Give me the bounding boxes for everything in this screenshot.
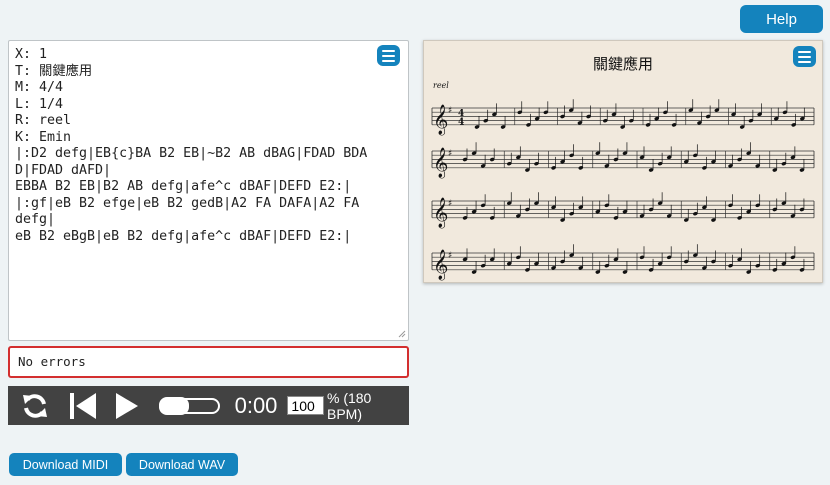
tempo-input[interactable]: 100 xyxy=(287,396,324,415)
notation-staves: 𝄞 ♯ 44𝄞 ♯𝄞 ♯𝄞 ♯ xyxy=(431,99,815,281)
editor-menu-icon[interactable] xyxy=(377,45,400,66)
score-rhythm: reel xyxy=(433,81,449,90)
help-button[interactable]: Help xyxy=(740,5,823,33)
error-status: No errors xyxy=(8,346,409,378)
download-wav-button[interactable]: Download WAV xyxy=(126,453,238,476)
abc-editor[interactable]: X: 1 T: 關鍵應用 M: 4/4 L: 1/4 R: reel K: Em… xyxy=(8,40,409,341)
svg-text:♯: ♯ xyxy=(448,149,452,159)
svg-text:𝄞: 𝄞 xyxy=(433,197,448,229)
svg-text:♯: ♯ xyxy=(448,251,452,261)
restart-icon[interactable] xyxy=(68,391,100,421)
svg-text:4: 4 xyxy=(458,118,464,128)
score-menu-icon[interactable] xyxy=(793,46,816,67)
loop-icon[interactable] xyxy=(18,391,52,421)
elapsed-time: 0:00 xyxy=(234,392,278,418)
download-midi-button[interactable]: Download MIDI xyxy=(9,453,122,476)
svg-text:♯: ♯ xyxy=(448,106,452,116)
svg-text:♯: ♯ xyxy=(448,199,452,209)
progress-slider[interactable] xyxy=(158,395,221,417)
play-icon[interactable] xyxy=(113,391,141,421)
tempo-label: % (180 BPM) xyxy=(326,389,372,422)
svg-text:𝄞: 𝄞 xyxy=(433,249,448,281)
svg-text:𝄞: 𝄞 xyxy=(433,147,448,179)
score-title: 關鍵應用 xyxy=(592,55,653,73)
resize-grip-icon[interactable] xyxy=(398,330,406,338)
sheet-music: 關鍵應用 reel 𝄞 ♯ 4 4 𝄞 ♯ 𝄞 ♯ 𝄞 ♯ xyxy=(423,40,823,283)
abc-text[interactable]: X: 1 T: 關鍵應用 M: 4/4 L: 1/4 R: reel K: Em… xyxy=(15,47,375,245)
svg-text:𝄞: 𝄞 xyxy=(433,104,448,136)
audio-player: 0:00 100 % (180 BPM) xyxy=(8,386,409,425)
